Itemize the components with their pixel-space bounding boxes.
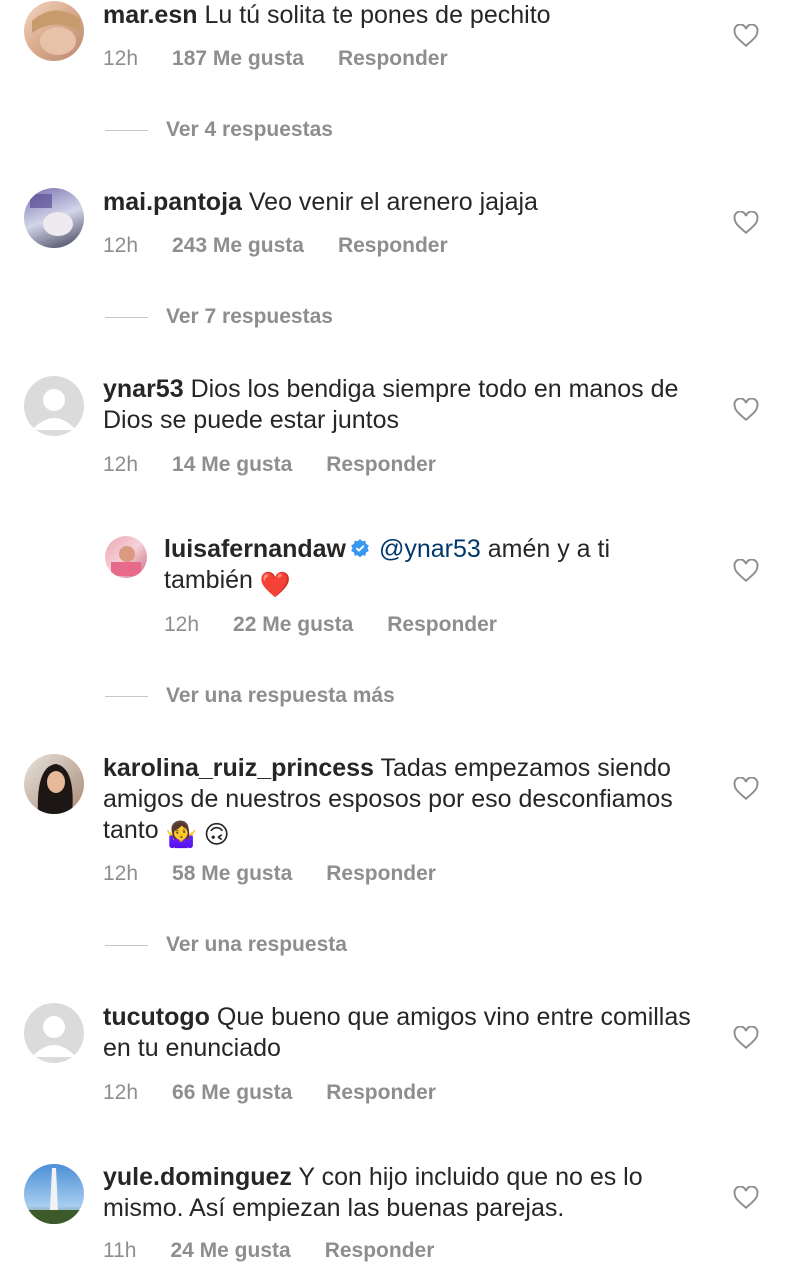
comment-text: ynar53 Dios los bendiga siempre todo en … — [103, 374, 693, 436]
reply-button[interactable]: Responder — [326, 452, 436, 478]
comment-text: karolina_ruiz_princess Tadas empezamos s… — [103, 753, 693, 851]
avatar[interactable] — [24, 188, 84, 248]
heart-emoji: ❤️ — [259, 571, 292, 599]
reply-button[interactable]: Responder — [338, 46, 448, 72]
comment-body: Veo venir el arenero jajaja — [248, 188, 538, 216]
divider-line — [105, 316, 148, 318]
view-replies-label: Ver 7 respuestas — [166, 305, 333, 328]
comment-meta: 12h 14 Me gusta Responder — [103, 452, 436, 478]
comment-time: 12h — [103, 47, 139, 70]
comment-username[interactable]: yule.dominguez — [103, 1163, 292, 1191]
reply-meta: 12h 22 Me gusta Responder — [164, 612, 497, 638]
avatar-default[interactable] — [24, 376, 84, 436]
likes-count[interactable]: 66 Me gusta — [172, 1080, 292, 1106]
view-replies-label: Ver una respuesta más — [166, 684, 395, 707]
avatar[interactable] — [24, 754, 84, 814]
avatar[interactable] — [24, 1164, 84, 1224]
comment-body: Dios los bendiga siempre todo en manos d… — [103, 375, 679, 434]
avatar-photo — [32, 10, 80, 55]
heart-icon[interactable] — [733, 559, 759, 583]
likes-count[interactable]: 22 Me gusta — [233, 612, 353, 638]
reply-time: 12h — [164, 613, 200, 636]
comment-text: tucutogo Que bueno que amigos vino entre… — [103, 1002, 693, 1064]
comment-text: mai.pantoja Veo venir el arenero jajaja — [103, 187, 693, 218]
likes-count[interactable]: 14 Me gusta — [172, 452, 292, 478]
default-user-icon — [32, 389, 76, 430]
heart-icon[interactable] — [733, 24, 759, 48]
reply-button[interactable]: Responder — [326, 1080, 436, 1106]
reply-button[interactable]: Responder — [325, 1238, 435, 1264]
comment-time: 12h — [103, 234, 139, 257]
comment-text: mar.esn Lu tú solita te pones de pechito — [103, 0, 693, 31]
comment-meta: 12h 66 Me gusta Responder — [103, 1080, 436, 1106]
heart-icon[interactable] — [733, 398, 759, 422]
heart-icon[interactable] — [733, 211, 759, 235]
divider-line — [105, 695, 148, 697]
view-replies-button[interactable]: Ver una respuesta — [105, 933, 347, 957]
emoji: 🤷‍♀️ 🙃 — [165, 821, 230, 849]
avatar[interactable] — [105, 536, 147, 578]
comment-username[interactable]: karolina_ruiz_princess — [103, 754, 374, 782]
reply-username[interactable]: luisafernandaw — [164, 535, 346, 563]
avatar-photo — [111, 546, 141, 576]
avatar-photo — [24, 1168, 84, 1224]
default-user-icon — [32, 1016, 76, 1057]
likes-count[interactable]: 187 Me gusta — [172, 46, 304, 72]
comment-meta: 12h 187 Me gusta Responder — [103, 46, 448, 72]
comment-meta: 12h 243 Me gusta Responder — [103, 233, 448, 259]
heart-icon[interactable] — [733, 1186, 759, 1210]
view-replies-label: Ver una respuesta — [166, 933, 347, 956]
comment-time: 12h — [103, 1081, 139, 1104]
view-replies-button[interactable]: Ver una respuesta más — [105, 684, 395, 708]
comment-meta: 11h 24 Me gusta Responder — [103, 1238, 434, 1264]
comment-time: 12h — [103, 862, 139, 885]
divider-line — [105, 129, 148, 131]
comment-username[interactable]: ynar53 — [103, 375, 184, 403]
comment-body: Lu tú solita te pones de pechito — [204, 1, 551, 29]
reply-button[interactable]: Responder — [387, 612, 497, 638]
comment-username[interactable]: tucutogo — [103, 1003, 210, 1031]
heart-icon[interactable] — [733, 777, 759, 801]
comment-meta: 12h 58 Me gusta Responder — [103, 861, 436, 887]
likes-count[interactable]: 24 Me gusta — [170, 1238, 290, 1264]
likes-count[interactable]: 243 Me gusta — [172, 233, 304, 259]
avatar-photo — [30, 194, 73, 236]
divider-line — [105, 944, 148, 946]
comment-text: yule.dominguez Y con hijo incluido que n… — [103, 1162, 693, 1224]
verified-badge-icon — [351, 539, 369, 558]
avatar-default[interactable] — [24, 1003, 84, 1063]
reply-button[interactable]: Responder — [338, 233, 448, 259]
avatar-photo — [37, 764, 73, 814]
likes-count[interactable]: 58 Me gusta — [172, 861, 292, 887]
view-replies-label: Ver 4 respuestas — [166, 118, 333, 141]
heart-icon[interactable] — [733, 1026, 759, 1050]
comment-time: 12h — [103, 453, 139, 476]
comment-username[interactable]: mai.pantoja — [103, 188, 242, 216]
view-replies-button[interactable]: Ver 4 respuestas — [105, 118, 333, 142]
avatar[interactable] — [24, 1, 84, 61]
view-replies-button[interactable]: Ver 7 respuestas — [105, 305, 333, 329]
comment-username[interactable]: mar.esn — [103, 1, 198, 29]
mention-link[interactable]: @ynar53 — [379, 535, 481, 563]
reply-button[interactable]: Responder — [326, 861, 436, 887]
comment-time: 11h — [103, 1239, 137, 1262]
reply-text: luisafernandaw @ynar53 amén y a ti tambi… — [164, 534, 694, 601]
